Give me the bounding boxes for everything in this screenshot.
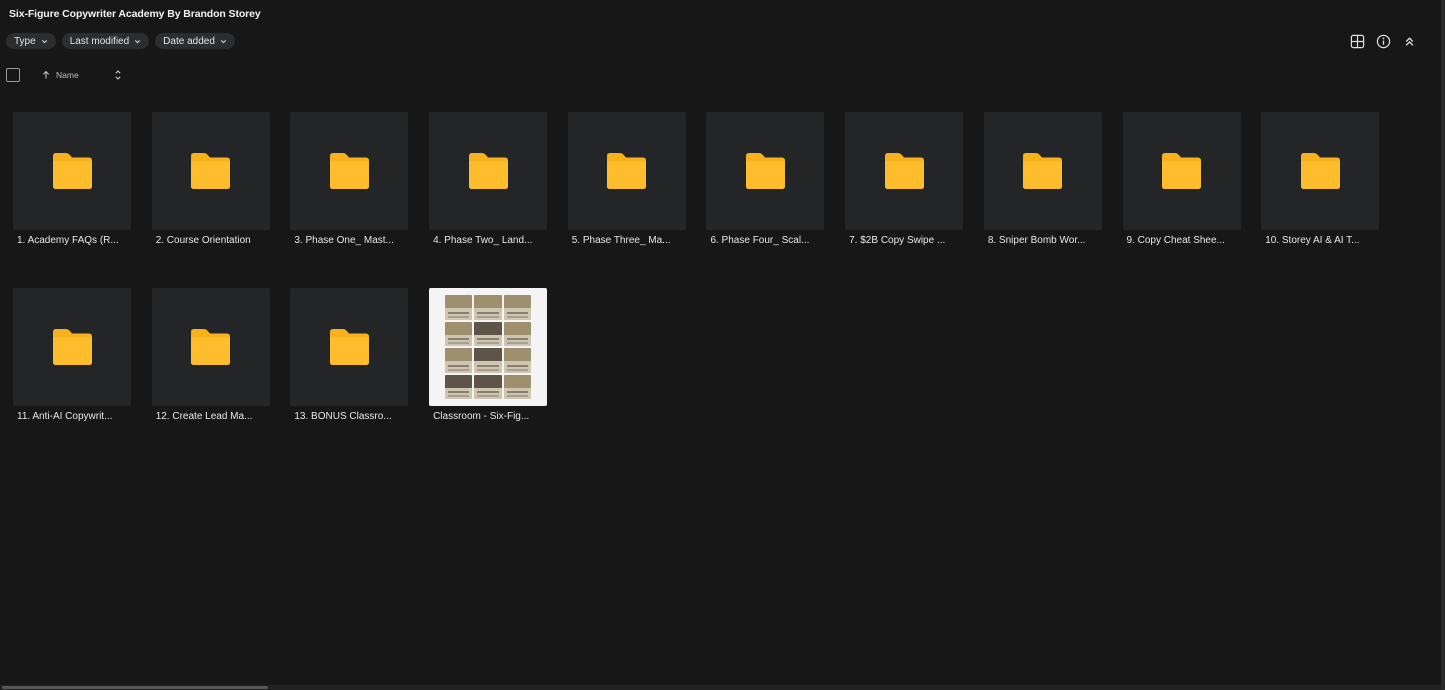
grid-view-icon xyxy=(1350,34,1364,49)
folder-icon xyxy=(329,329,369,365)
folder-icon xyxy=(329,153,369,189)
info-button[interactable] xyxy=(1373,33,1393,50)
item-label: 9. Copy Cheat Shee... xyxy=(1126,235,1225,246)
type-filter-button[interactable]: Type xyxy=(6,33,56,49)
folder-item[interactable]: 3. Phase One_ Mast... xyxy=(290,112,409,246)
filter-bar: Type Last modified Date added xyxy=(6,33,235,49)
vertical-scrollbar[interactable] xyxy=(1441,0,1445,690)
folder-item[interactable]: 11. Anti-AI Copywrit... xyxy=(13,288,131,422)
folder-icon xyxy=(52,153,92,189)
item-label: 11. Anti-AI Copywrit... xyxy=(17,411,113,422)
document-thumbnail xyxy=(429,288,548,406)
folder-item[interactable]: 13. BONUS Classro... xyxy=(290,288,409,422)
folder-thumbnail xyxy=(290,288,409,406)
folder-thumbnail xyxy=(567,112,686,230)
items-grid: 1. Academy FAQs (R... 2. Course Orientat… xyxy=(13,112,1380,422)
folder-icon xyxy=(191,153,231,189)
date-added-filter-button[interactable]: Date added xyxy=(155,33,235,49)
folder-item[interactable]: 6. Phase Four_ Scal... xyxy=(706,112,825,246)
folder-item[interactable]: 9. Copy Cheat Shee... xyxy=(1122,112,1241,246)
folder-item[interactable]: 5. Phase Three_ Ma... xyxy=(567,112,686,246)
folder-thumbnail xyxy=(845,112,964,230)
folder-icon xyxy=(1300,153,1340,189)
folder-thumbnail xyxy=(290,112,409,230)
folder-icon xyxy=(468,153,508,189)
folder-thumbnail xyxy=(429,112,548,230)
sort-bar: Name xyxy=(6,68,136,83)
select-all-checkbox[interactable] xyxy=(6,68,20,82)
scrollbar-thumb[interactable] xyxy=(2,686,268,689)
folder-icon xyxy=(1162,153,1201,189)
chevron-down-icon xyxy=(41,39,47,43)
file-browser: Six-Figure Copywriter Academy By Brandon… xyxy=(0,0,1445,690)
folder-thumbnail xyxy=(983,112,1102,230)
item-label: Classroom - Six-Fig... xyxy=(433,411,530,422)
folder-icon xyxy=(52,329,92,365)
folder-thumbnail xyxy=(1261,112,1380,230)
filter-label: Last modified xyxy=(69,35,130,47)
item-label: 7. $2B Copy Swipe ... xyxy=(849,235,946,246)
arrow-up-icon[interactable] xyxy=(41,70,51,80)
folder-item[interactable]: 1. Academy FAQs (R... xyxy=(13,112,131,246)
folder-thumbnail xyxy=(13,288,131,406)
page-title: Six-Figure Copywriter Academy By Brandon… xyxy=(9,8,261,20)
sort-toggle-icon[interactable] xyxy=(113,69,123,81)
item-label: 10. Storey AI & AI T... xyxy=(1265,235,1360,246)
filter-label: Type xyxy=(14,35,36,47)
item-label: 1. Academy FAQs (R... xyxy=(17,235,119,246)
item-label: 5. Phase Three_ Ma... xyxy=(571,235,671,246)
document-preview xyxy=(445,295,532,399)
folder-item[interactable]: 4. Phase Two_ Land... xyxy=(429,112,548,246)
item-label: 6. Phase Four_ Scal... xyxy=(710,235,810,246)
item-label: 2. Course Orientation xyxy=(155,235,251,246)
folder-thumbnail xyxy=(151,288,270,406)
folder-item[interactable]: 7. $2B Copy Swipe ... xyxy=(845,112,964,246)
info-icon xyxy=(1376,34,1390,49)
folder-icon xyxy=(607,153,647,189)
item-label: 3. Phase One_ Mast... xyxy=(294,235,394,246)
folder-icon xyxy=(191,329,231,365)
sort-column-name[interactable]: Name xyxy=(56,70,79,80)
folder-thumbnail xyxy=(13,112,131,230)
chevron-down-icon xyxy=(135,39,141,43)
chevron-down-icon xyxy=(220,39,227,43)
folder-item[interactable]: 8. Sniper Bomb Wor... xyxy=(983,112,1102,246)
view-toolbar xyxy=(1347,33,1419,50)
folder-thumbnail xyxy=(706,112,825,230)
last-modified-filter-button[interactable]: Last modified xyxy=(61,33,150,49)
grid-view-button[interactable] xyxy=(1347,33,1367,50)
file-item[interactable]: Classroom - Six-Fig... xyxy=(429,288,548,422)
collapse-button[interactable] xyxy=(1399,33,1419,50)
item-label: 8. Sniper Bomb Wor... xyxy=(987,235,1086,246)
folder-icon xyxy=(1023,153,1063,189)
folder-thumbnail xyxy=(1122,112,1241,230)
folder-icon xyxy=(745,153,785,189)
filter-label: Date added xyxy=(163,35,215,47)
folder-thumbnail xyxy=(151,112,270,230)
folder-item[interactable]: 10. Storey AI & AI T... xyxy=(1261,112,1380,246)
item-label: 4. Phase Two_ Land... xyxy=(433,235,533,246)
horizontal-scrollbar[interactable] xyxy=(0,685,1441,690)
folder-item[interactable]: 12. Create Lead Ma... xyxy=(151,288,270,422)
folder-icon xyxy=(884,153,924,189)
item-label: 13. BONUS Classro... xyxy=(294,411,392,422)
double-chevron-up-icon xyxy=(1405,37,1413,46)
folder-item[interactable]: 2. Course Orientation xyxy=(151,112,270,246)
item-label: 12. Create Lead Ma... xyxy=(155,411,253,422)
